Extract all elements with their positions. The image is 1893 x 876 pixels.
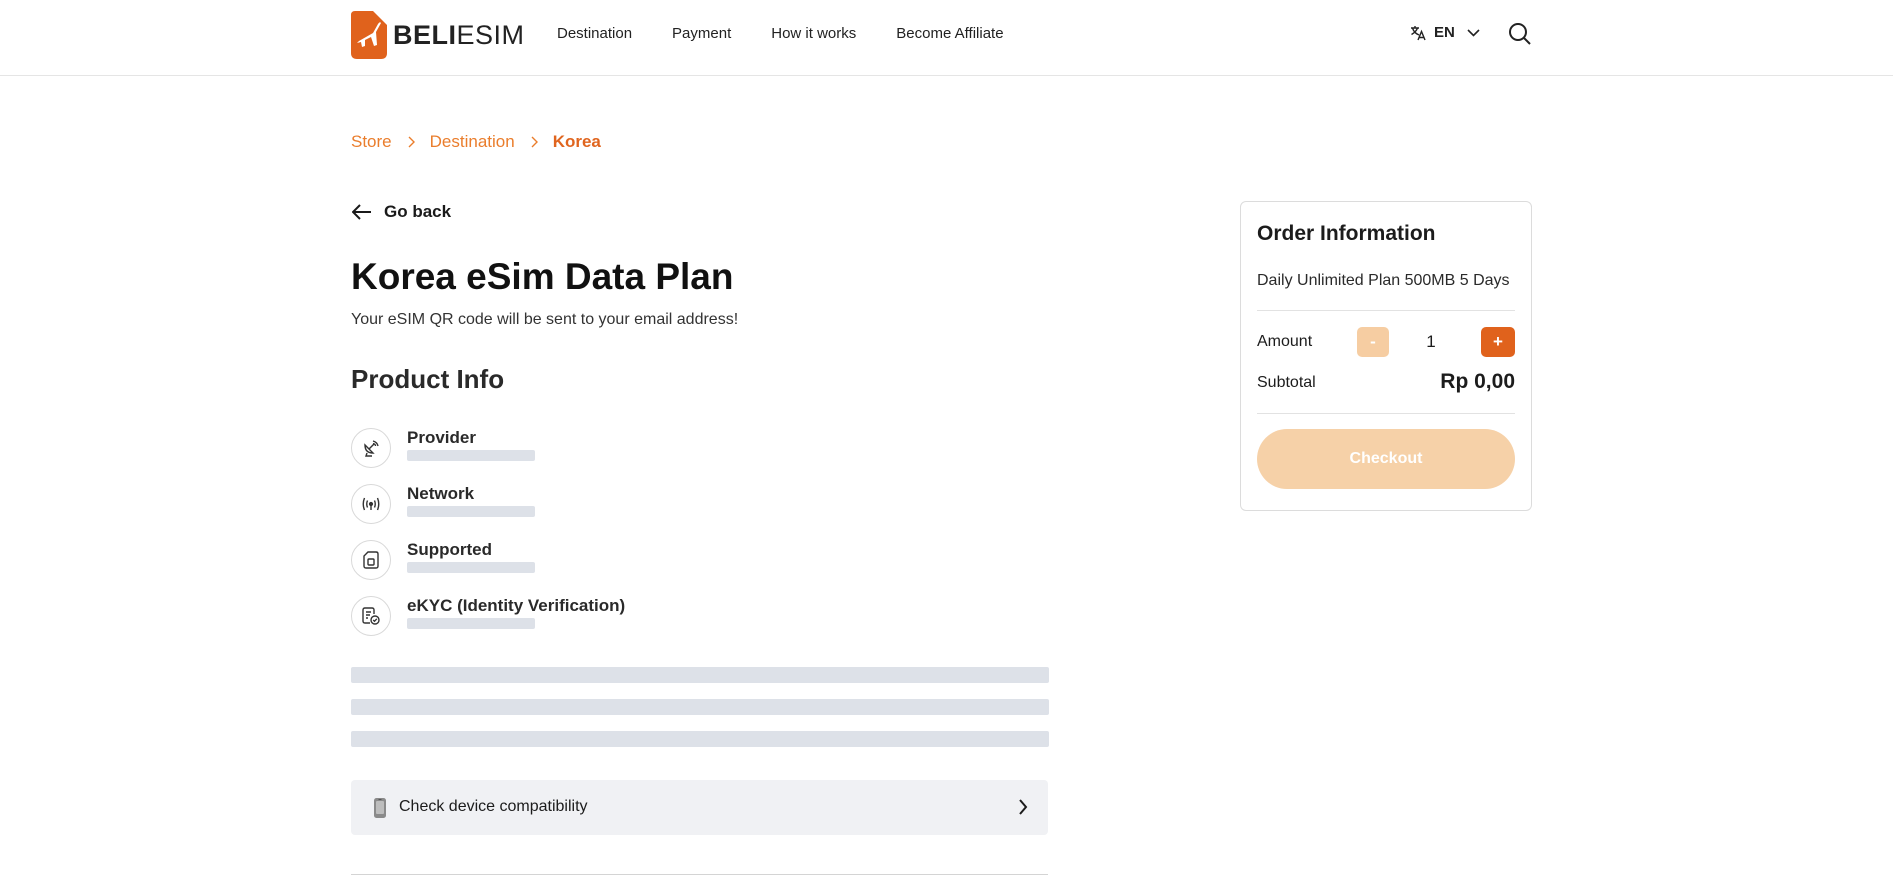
description-placeholder: [351, 699, 1049, 715]
brand-wordmark: BELIESIM: [393, 19, 525, 50]
info-supported: Supported: [351, 540, 951, 582]
page-subtitle: Your eSIM QR code will be sent to your e…: [351, 311, 739, 328]
info-label: Supported: [407, 540, 492, 559]
subtotal-value: Rp 0,00: [1440, 370, 1515, 393]
order-information-card: Order Information Daily Unlimited Plan 5…: [1240, 201, 1532, 511]
nav-payment[interactable]: Payment: [672, 25, 731, 42]
info-label: Provider: [407, 428, 476, 447]
check-compatibility-button[interactable]: Check device compatibility: [351, 780, 1048, 835]
breadcrumb: Store Destination Korea: [351, 132, 601, 152]
site-header: BELIESIM Destination Payment How it work…: [0, 0, 1893, 76]
info-ekyc: eKYC (Identity Verification): [351, 596, 951, 638]
sim-card-icon: [351, 540, 391, 580]
breadcrumb-korea: Korea: [552, 132, 601, 151]
check-compatibility-label: Check device compatibility: [399, 798, 588, 815]
info-label: eKYC (Identity Verification): [407, 596, 626, 615]
info-provider: Provider: [351, 428, 951, 470]
nav-how-it-works[interactable]: How it works: [771, 25, 856, 42]
decrease-quantity-button[interactable]: -: [1357, 327, 1389, 357]
loading-placeholder: [407, 562, 535, 573]
logo-mark-icon: [351, 11, 387, 59]
translate-icon: [1411, 25, 1426, 40]
loading-placeholder: [407, 618, 535, 629]
increase-quantity-button[interactable]: +: [1481, 327, 1515, 357]
language-code: EN: [1434, 24, 1455, 41]
subtotal-label: Subtotal: [1257, 374, 1316, 391]
language-selector[interactable]: EN: [1410, 24, 1480, 41]
breadcrumb-store[interactable]: Store: [351, 132, 392, 152]
chevron-right-icon: [531, 136, 538, 148]
chevron-down-icon: [1467, 28, 1480, 37]
page-title: Korea eSim Data Plan: [351, 256, 734, 297]
main-nav: Destination Payment How it works Become …: [557, 25, 1044, 42]
loading-placeholder: [407, 450, 535, 461]
breadcrumb-destination[interactable]: Destination: [430, 132, 515, 152]
order-plan-name: Daily Unlimited Plan 500MB 5 Days: [1257, 272, 1510, 289]
signal-icon: [351, 484, 391, 524]
chevron-right-icon: [408, 136, 415, 148]
amount-label: Amount: [1257, 333, 1313, 350]
info-network: Network: [351, 484, 951, 526]
description-placeholder: [351, 667, 1049, 683]
section-divider: [351, 874, 1048, 875]
id-verify-icon: [351, 596, 391, 636]
description-placeholder: [351, 731, 1049, 747]
checkout-button[interactable]: Checkout: [1257, 429, 1515, 489]
arrow-left-icon: [352, 204, 371, 220]
divider: [1257, 413, 1515, 414]
order-title: Order Information: [1257, 222, 1436, 245]
divider: [1257, 310, 1515, 311]
chevron-right-icon: [1019, 799, 1028, 815]
satellite-dish-icon: [351, 428, 391, 468]
phone-icon: [374, 798, 386, 818]
search-icon[interactable]: [1508, 22, 1532, 46]
nav-become-affiliate[interactable]: Become Affiliate: [896, 25, 1003, 42]
loading-placeholder: [407, 506, 535, 517]
go-back-link[interactable]: Go back: [352, 202, 451, 222]
quantity-value: 1: [1426, 332, 1436, 351]
product-info-heading: Product Info: [351, 364, 505, 394]
info-label: Network: [407, 484, 475, 503]
go-back-label: Go back: [384, 202, 452, 221]
brand-logo[interactable]: BELIESIM: [351, 11, 525, 59]
nav-destination[interactable]: Destination: [557, 25, 632, 42]
